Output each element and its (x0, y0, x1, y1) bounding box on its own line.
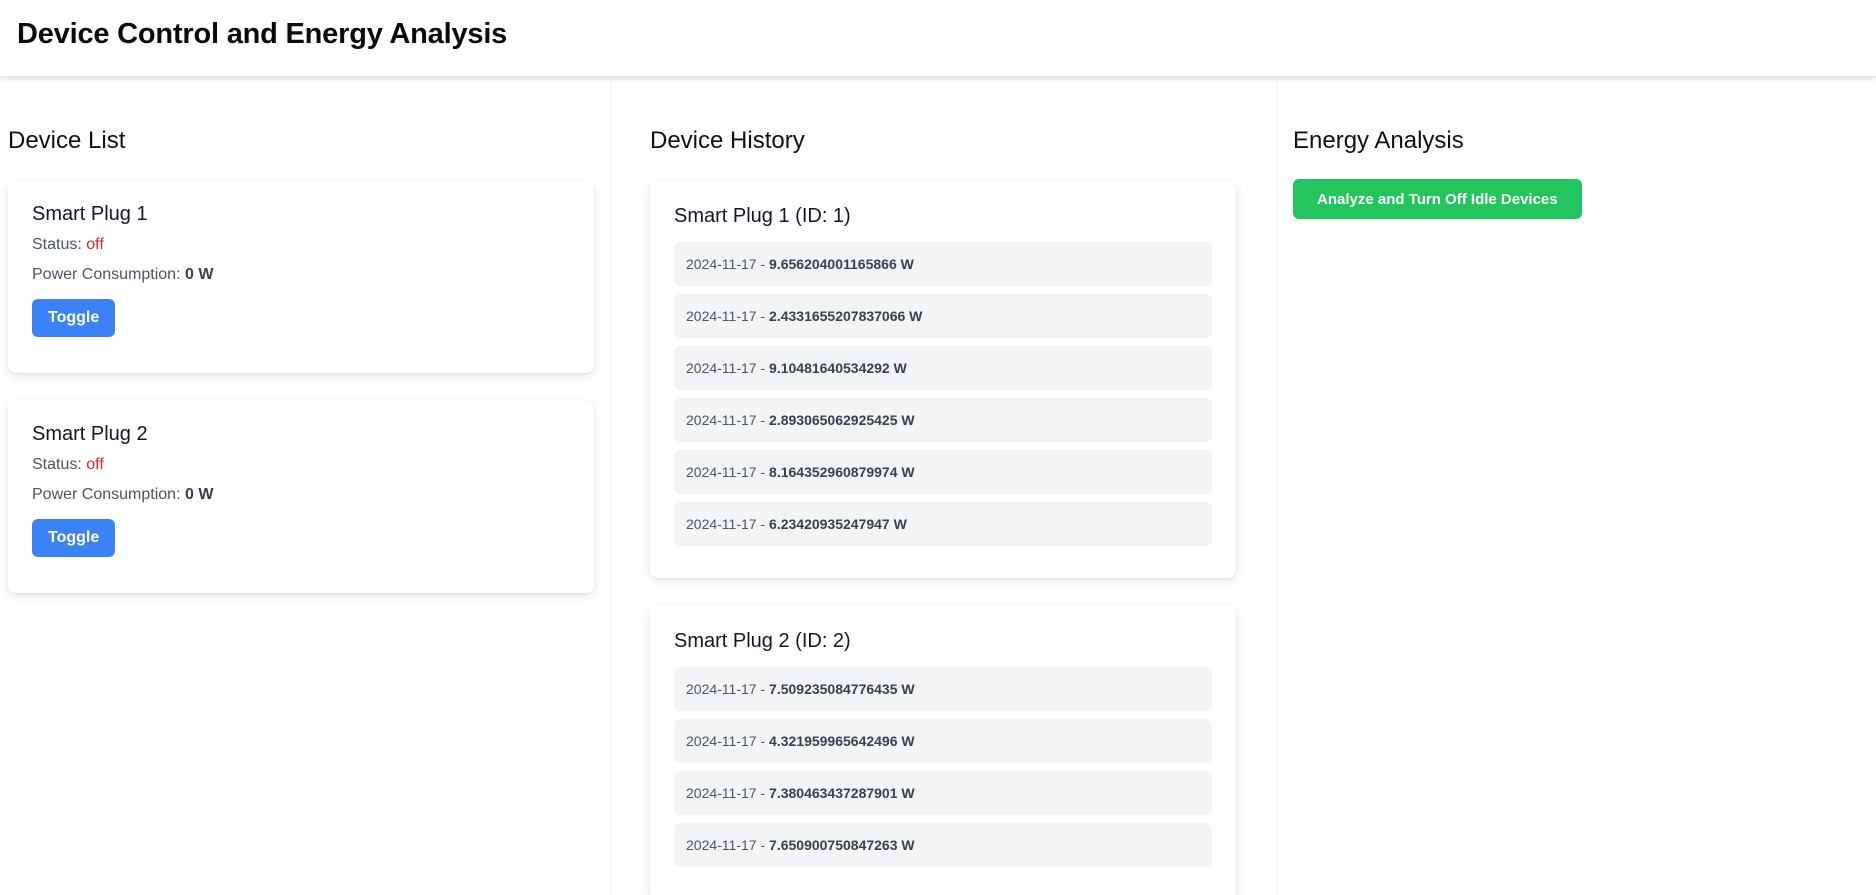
page-title: Device Control and Energy Analysis (17, 18, 508, 50)
history-date: 2024-11-17 (686, 785, 757, 801)
history-card: Smart Plug 1 (ID: 1) 2024-11-17 - 9.6562… (650, 181, 1236, 578)
device-card: Smart Plug 2 Status: off Power Consumpti… (8, 401, 594, 593)
device-power-row: Power Consumption: 0 W (32, 486, 570, 504)
history-date: 2024-11-17 (686, 464, 757, 480)
history-value: 9.10481640534292 W (769, 360, 907, 376)
history-device-title: Smart Plug 2 (ID: 2) (674, 630, 851, 652)
toggle-button[interactable]: Toggle (32, 519, 116, 557)
history-entry: 2024-11-17 - 2.893065062925425 W (674, 398, 1212, 442)
history-date: 2024-11-17 (686, 256, 757, 272)
power-value: 0 W (184, 486, 214, 503)
history-date: 2024-11-17 (686, 681, 757, 697)
history-value: 7.380463437287901 W (769, 785, 915, 801)
history-entry: 2024-11-17 - 4.321959965642496 W (674, 719, 1212, 763)
history-separator: - (756, 464, 770, 480)
main-content: Device List Smart Plug 1 Status: off Pow… (0, 77, 1876, 895)
history-separator: - (756, 412, 770, 428)
history-value: 2.4331655207837066 W (769, 308, 923, 324)
history-date: 2024-11-17 (686, 360, 757, 376)
history-separator: - (756, 681, 770, 697)
status-value: off (86, 236, 104, 253)
status-label: Status: (32, 456, 82, 473)
history-entry: 2024-11-17 - 7.380463437287901 W (674, 771, 1212, 815)
history-separator: - (756, 785, 770, 801)
status-label: Status: (32, 236, 82, 253)
device-card: Smart Plug 1 Status: off Power Consumpti… (8, 181, 594, 373)
device-list-title: Device List (8, 127, 126, 154)
history-date: 2024-11-17 (686, 837, 757, 853)
history-separator: - (756, 837, 770, 853)
energy-analysis-title: Energy Analysis (1293, 127, 1464, 154)
history-value: 4.321959965642496 W (769, 733, 915, 749)
history-entry: 2024-11-17 - 9.10481640534292 W (674, 346, 1212, 390)
history-device-title: Smart Plug 1 (ID: 1) (674, 205, 851, 227)
toggle-button[interactable]: Toggle (32, 299, 116, 337)
history-separator: - (756, 256, 770, 272)
history-value: 9.656204001165866 W (769, 256, 914, 272)
history-entry: 2024-11-17 - 8.164352960879974 W (674, 450, 1212, 494)
history-date: 2024-11-17 (686, 733, 757, 749)
history-entry: 2024-11-17 - 7.650900750847263 W (674, 823, 1212, 867)
device-list-panel: Device List Smart Plug 1 Status: off Pow… (0, 77, 612, 895)
history-value: 7.650900750847263 W (769, 837, 915, 853)
analyze-button[interactable]: Analyze and Turn Off Idle Devices (1293, 179, 1582, 219)
device-name: Smart Plug 1 (32, 203, 148, 225)
device-name: Smart Plug 2 (32, 423, 148, 445)
device-history-panel: Device History Smart Plug 1 (ID: 1) 2024… (612, 77, 1277, 895)
history-value: 6.23420935247947 W (769, 516, 907, 532)
status-value: off (86, 456, 104, 473)
history-separator: - (756, 733, 770, 749)
power-value: 0 W (184, 266, 214, 283)
history-entry: 2024-11-17 - 6.23420935247947 W (674, 502, 1212, 546)
history-entry: 2024-11-17 - 7.509235084776435 W (674, 667, 1212, 711)
history-value: 2.893065062925425 W (769, 412, 915, 428)
app-header: Device Control and Energy Analysis (0, 0, 1876, 77)
history-card: Smart Plug 2 (ID: 2) 2024-11-17 - 7.5092… (650, 606, 1236, 895)
device-status-row: Status: off (32, 236, 570, 254)
history-date: 2024-11-17 (686, 308, 757, 324)
power-label: Power Consumption: (32, 266, 181, 283)
device-history-title: Device History (650, 127, 805, 154)
device-power-row: Power Consumption: 0 W (32, 266, 570, 284)
energy-analysis-panel: Energy Analysis Analyze and Turn Off Idl… (1277, 77, 1876, 895)
history-value: 8.164352960879974 W (769, 464, 915, 480)
history-value: 7.509235084776435 W (769, 681, 915, 697)
history-separator: - (756, 516, 770, 532)
power-label: Power Consumption: (32, 486, 181, 503)
history-date: 2024-11-17 (686, 412, 757, 428)
history-separator: - (756, 360, 770, 376)
history-date: 2024-11-17 (686, 516, 757, 532)
history-entry: 2024-11-17 - 2.4331655207837066 W (674, 294, 1212, 338)
history-entry: 2024-11-17 - 9.656204001165866 W (674, 242, 1212, 286)
history-separator: - (756, 308, 770, 324)
device-status-row: Status: off (32, 456, 570, 474)
